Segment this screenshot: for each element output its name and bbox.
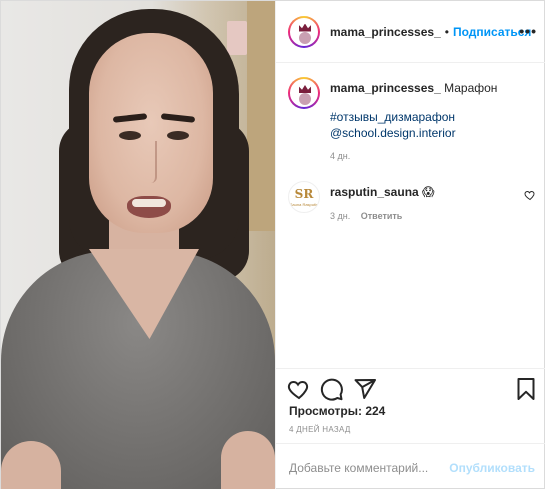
person-eye [167,131,189,140]
post-dialog: mama_princesses_ • Подписаться ••• mama_… [0,0,545,489]
person-hand [221,431,275,489]
caption-time[interactable]: 4 дн. [330,151,350,161]
add-comment-section: Опубликовать [276,443,545,489]
views-count[interactable]: Просмотры: 224 [289,404,385,418]
post-header: mama_princesses_ • Подписаться ••• [276,1,545,63]
separator-dot: • [444,24,449,39]
author-avatar[interactable] [288,15,320,48]
comment-meta: 3 дн. Ответить [330,211,402,221]
comments-list[interactable]: mama_princesses_ Марафон #отзывы_дизмара… [276,63,545,368]
reply-button[interactable]: Ответить [361,211,403,221]
post-video[interactable] [1,1,275,489]
person-nose [141,141,157,183]
comment-body: 😱 [422,185,435,199]
comment-text: rasputin_sauna 😱 [330,185,435,199]
mention-link[interactable]: @school.design.interior [330,125,456,141]
commenter-avatar[interactable]: SR Sauna Rasputin [288,181,320,213]
like-heart-icon[interactable] [287,377,311,401]
more-options-icon[interactable]: ••• [519,23,537,39]
comment-item: SR Sauna Rasputin rasputin_sauna 😱 3 дн.… [288,181,538,221]
post-sidebar: mama_princesses_ • Подписаться ••• mama_… [275,1,545,489]
comment-time[interactable]: 3 дн. [330,211,350,221]
publish-button[interactable]: Опубликовать [449,461,535,475]
action-bar [276,368,545,408]
caption-text: mama_princesses_ Марафон [330,81,540,96]
avatar-logo-subtext: Sauna Rasputin [289,202,319,207]
person-teeth [132,199,166,207]
person-eye [119,131,141,140]
author-username[interactable]: mama_princesses_ [330,25,441,39]
avatar-logo-text: SR [294,187,314,201]
caption-username[interactable]: mama_princesses_ [330,81,441,95]
comment-bubble-icon[interactable] [320,377,344,401]
background-shelf [247,1,275,231]
caption-tags: #отзывы_дизмарафон @school.design.interi… [330,109,456,141]
caption-body: Марафон [444,81,498,95]
comment-like-heart-icon[interactable] [524,189,536,201]
hashtag-link[interactable]: #отзывы_дизмарафон [330,109,456,125]
save-bookmark-icon[interactable] [514,377,538,401]
commenter-username[interactable]: rasputin_sauna [330,185,419,199]
caption-avatar[interactable] [288,77,320,109]
share-paper-plane-icon[interactable] [353,377,377,401]
background-object [227,21,247,55]
post-timestamp[interactable]: 4 ДНЕЙ НАЗАД [289,425,351,434]
comment-input[interactable] [289,460,449,476]
